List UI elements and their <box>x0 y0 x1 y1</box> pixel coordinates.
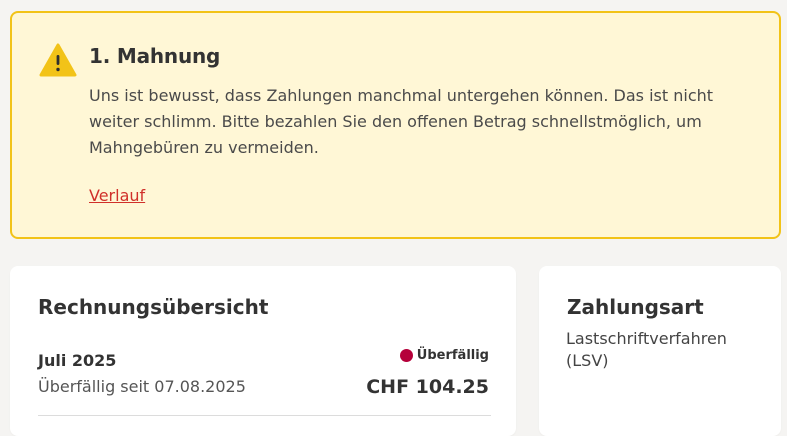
warning-icon <box>39 43 77 77</box>
dunning-alert: 1. Mahnung Uns ist bewusst, dass Zahlung… <box>10 11 781 239</box>
history-link[interactable]: Verlauf <box>89 186 145 205</box>
alert-message: Uns ist bewusst, dass Zahlungen manchmal… <box>89 86 714 157</box>
invoice-amount: CHF 104.25 <box>366 376 489 398</box>
invoice-overview-card: Rechnungsübersicht Juli 2025 Überfällig … <box>10 266 516 436</box>
payment-method: Lastschriftverfahren (LSV) <box>566 329 727 370</box>
divider <box>38 415 491 416</box>
status-label: Überfällig <box>416 348 489 363</box>
payment-method-card: Zahlungsart Lastschriftverfahren (LSV) <box>539 266 781 436</box>
alert-title: 1. Mahnung <box>89 44 221 68</box>
overview-title: Rechnungsübersicht <box>38 295 269 319</box>
invoice-month: Juli 2025 <box>38 351 117 370</box>
status-badge: Überfällig <box>399 348 489 363</box>
payment-title: Zahlungsart <box>567 295 704 319</box>
status-dot-icon <box>399 349 413 362</box>
invoice-due-date: Überfällig seit 07.08.2025 <box>38 377 246 396</box>
